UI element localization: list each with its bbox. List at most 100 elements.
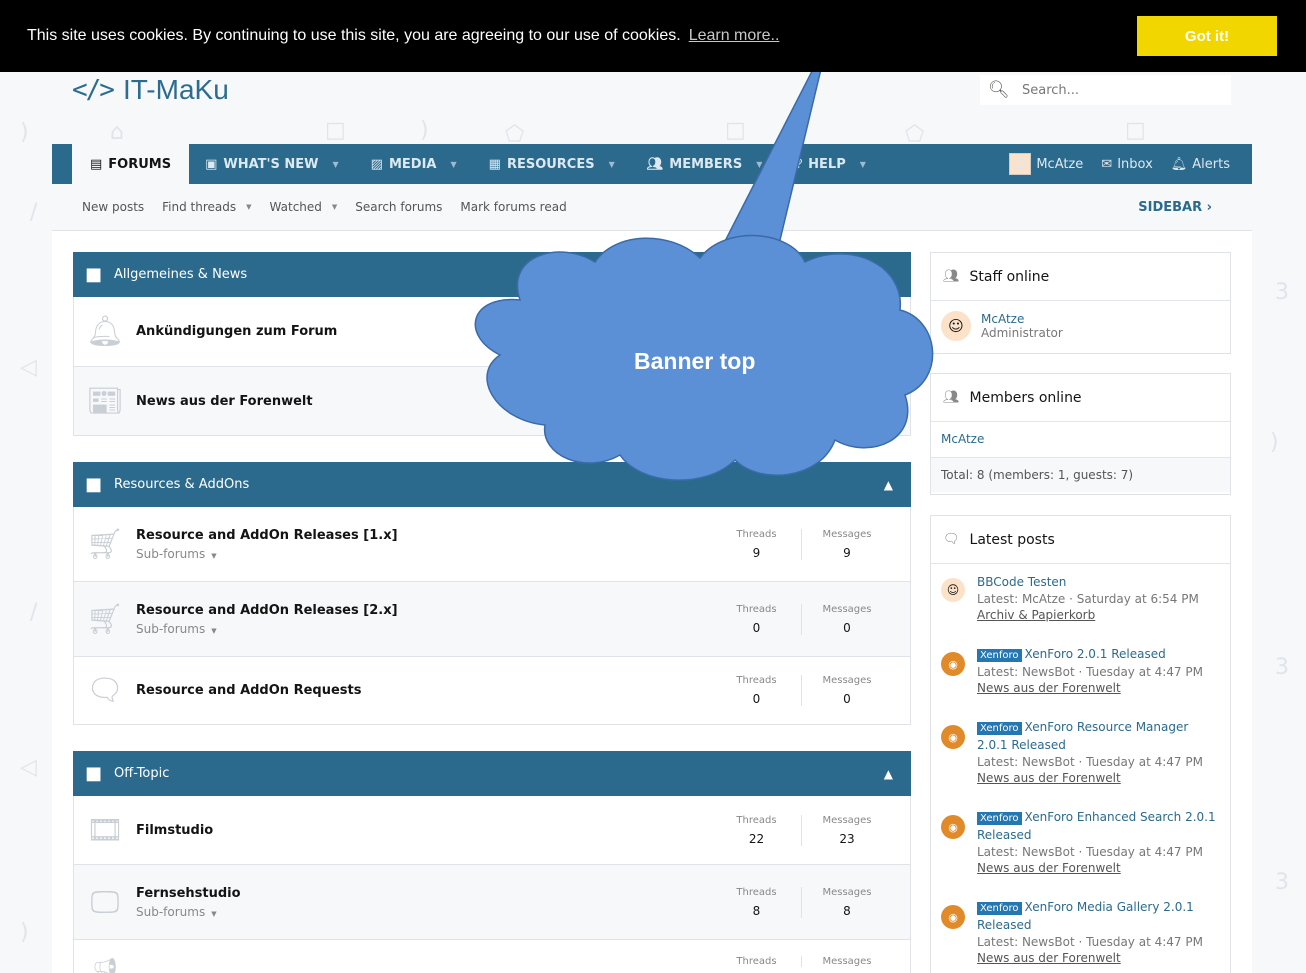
messages-label: Messages bbox=[822, 675, 872, 686]
threads-label: Threads bbox=[736, 814, 777, 826]
post-forum-link[interactable]: News aus der Forenwelt bbox=[977, 771, 1121, 785]
staff-member: ☺ McAtze Administrator bbox=[931, 301, 1230, 351]
forum-stats: Threads 22 Messages 23 bbox=[712, 814, 892, 846]
forum-title[interactable]: Filmstudio bbox=[136, 823, 712, 838]
rss-icon[interactable]: ◉ bbox=[941, 725, 965, 749]
forum-node[interactable]: 🎞︎ Filmstudio Threads 22 Messages 23 bbox=[73, 796, 911, 865]
forum-stats: Threads 0 Messages 0 bbox=[712, 603, 892, 635]
member-link[interactable]: McAtze bbox=[941, 432, 984, 446]
subforums-label: Sub-forums bbox=[136, 621, 206, 636]
chevron-down-icon: ▼ bbox=[211, 626, 217, 635]
subforums-toggle[interactable]: Sub-forums ▼ bbox=[136, 905, 712, 919]
tab-forums[interactable]: ▤ Forums bbox=[72, 144, 190, 184]
chevron-down-icon[interactable]: ▼ bbox=[246, 203, 251, 211]
threads-count: 0 bbox=[752, 620, 761, 635]
tv-icon: 🖵︎ bbox=[90, 884, 120, 920]
category-title: Allgemeines & News bbox=[114, 267, 248, 282]
prefix-badge: Xenforo bbox=[977, 902, 1022, 915]
post-forum-link[interactable]: Archiv & Papierkorb bbox=[977, 608, 1095, 622]
bell-icon: 🔔︎ bbox=[1170, 156, 1188, 172]
forum-title[interactable]: Resource and AddOn Releases [2.x] bbox=[136, 603, 712, 618]
search-forums-link[interactable]: Search forums bbox=[355, 200, 442, 214]
account-username: McAtze bbox=[1036, 156, 1084, 172]
latest-post: ◉ Xenforo XenForo Media Gallery 2.0.1 Rel… bbox=[931, 881, 1230, 971]
forum-node[interactable]: 🛒︎ Resource and AddOn Releases [1.x] Sub… bbox=[73, 507, 911, 582]
post-title-link[interactable]: BBCode Testen bbox=[977, 575, 1066, 589]
inbox-link[interactable]: ✉ Inbox bbox=[1101, 157, 1152, 172]
search-box[interactable]: 🔍︎ bbox=[980, 75, 1231, 105]
forum-title[interactable]: Resource and AddOn Requests bbox=[136, 683, 712, 698]
messages-label: Messages bbox=[822, 814, 872, 826]
post-forum-link[interactable]: News aus der Forenwelt bbox=[977, 861, 1121, 875]
chevron-down-icon[interactable]: ▼ bbox=[333, 160, 339, 169]
logo-text: IT-MaKu bbox=[122, 74, 229, 105]
forum-stats: Threads 0 Messages 0 bbox=[712, 675, 892, 706]
block-header: 👥︎ Staff online bbox=[931, 253, 1230, 301]
messages-label: Messages bbox=[822, 528, 872, 540]
forum-node[interactable]: 📢︎ Threads Messages bbox=[73, 940, 911, 973]
new-posts-link[interactable]: New posts bbox=[82, 200, 144, 214]
forum-node[interactable]: 🗨︎ Resource and AddOn Requests Threads 0 … bbox=[73, 657, 911, 725]
subforums-toggle[interactable]: Sub-forums ▼ bbox=[136, 547, 712, 561]
forum-stats: Threads 8 Messages 8 bbox=[712, 886, 892, 918]
forum-title[interactable]: Fernsehstudio bbox=[136, 886, 712, 901]
subforums-toggle[interactable]: Sub-forums ▼ bbox=[136, 622, 712, 636]
tab-media[interactable]: ▨ Media ▼ bbox=[355, 144, 473, 184]
forum-node[interactable]: 🛒︎ Resource and AddOn Releases [2.x] Sub… bbox=[73, 582, 911, 657]
banner-callout-cloud bbox=[474, 39, 934, 481]
prefix-badge: Xenforo bbox=[977, 812, 1022, 825]
block-title: Staff online bbox=[969, 268, 1050, 285]
messages-count: 9 bbox=[843, 545, 851, 560]
avatar[interactable]: ☺ bbox=[941, 311, 971, 341]
avatar[interactable]: ☺ bbox=[941, 578, 965, 602]
search-input[interactable] bbox=[1022, 82, 1222, 98]
subforums-label: Sub-forums bbox=[136, 546, 206, 561]
threads-label: Threads bbox=[736, 603, 777, 615]
staff-online-block: 👥︎ Staff online ☺ McAtze Administrator bbox=[930, 252, 1231, 354]
category-title: Off-Topic bbox=[114, 766, 170, 781]
staff-role: Administrator bbox=[981, 326, 1063, 340]
messages-count: 8 bbox=[843, 903, 851, 918]
latest-post: ◉ Xenforo XenForo Enhanced Search 2.0.1 R… bbox=[931, 791, 1230, 881]
account-menu[interactable]: ☺ McAtze bbox=[1009, 153, 1083, 175]
tab-whats-new[interactable]: ▣ What's new ▼ bbox=[189, 144, 355, 184]
watched-label: Watched bbox=[269, 200, 322, 214]
post-forum-link[interactable]: News aus der Forenwelt bbox=[977, 681, 1121, 695]
forum-title[interactable]: Resource and AddOn Releases [1.x] bbox=[136, 528, 712, 543]
learn-more-link[interactable]: Learn more.. bbox=[689, 27, 780, 45]
callout-label: Banner top bbox=[634, 348, 756, 374]
tab-forums-label: Forums bbox=[108, 156, 172, 172]
threads-label: Threads bbox=[736, 675, 777, 686]
latest-posts-block: 🗨︎ Latest posts ☺ BBCode Testen Latest: … bbox=[930, 515, 1231, 973]
tab-whats-new-label: What's new bbox=[223, 156, 319, 172]
rss-icon[interactable]: ◉ bbox=[941, 815, 965, 839]
sidebar-toggle-button[interactable]: SIDEBAR › bbox=[1138, 200, 1212, 215]
got-it-button[interactable]: Got it! bbox=[1137, 16, 1277, 56]
category-header[interactable]: ■ Off-Topic ▲ bbox=[73, 751, 911, 796]
chevron-up-icon[interactable]: ▲ bbox=[884, 767, 893, 781]
post-forum-link[interactable]: News aus der Forenwelt bbox=[977, 951, 1121, 965]
comment-icon: 🗨︎ bbox=[85, 673, 125, 708]
site-logo[interactable]: </> IT-MaKu bbox=[72, 74, 229, 106]
staff-name-link[interactable]: McAtze bbox=[981, 312, 1063, 326]
post-title-link[interactable]: XenForo 2.0.1 Released bbox=[1025, 647, 1166, 661]
latest-post: ☺ BBCode Testen Latest: McAtze · Saturda… bbox=[931, 564, 1230, 628]
chevron-right-icon: › bbox=[1206, 199, 1212, 215]
rss-icon[interactable]: ◉ bbox=[941, 652, 965, 676]
watched-link[interactable]: Watched ▼ bbox=[270, 200, 338, 214]
tab-media-label: Media bbox=[388, 156, 437, 172]
rss-icon[interactable]: ◉ bbox=[941, 905, 965, 929]
block-title: Latest posts bbox=[969, 531, 1055, 548]
folder-icon: ■ bbox=[85, 763, 103, 784]
users-icon: 👥︎ bbox=[943, 390, 960, 405]
chevron-down-icon[interactable]: ▼ bbox=[332, 203, 337, 211]
users-icon: 👥︎ bbox=[943, 269, 960, 284]
chevron-down-icon: ▼ bbox=[211, 909, 217, 918]
forum-node[interactable]: 🖵︎ Fernsehstudio Sub-forums ▼ Threads 8 Me… bbox=[73, 865, 911, 940]
logo-code-icon: </> bbox=[72, 75, 115, 105]
film-icon: 🎞︎ bbox=[85, 812, 125, 848]
chevron-down-icon[interactable]: ▼ bbox=[450, 160, 456, 169]
find-threads-link[interactable]: Find threads ▼ bbox=[162, 200, 251, 214]
post-meta: Latest: NewsBot · Tuesday at 4:47 PM bbox=[977, 755, 1203, 769]
alerts-link[interactable]: 🔔︎ Alerts bbox=[1171, 157, 1230, 172]
